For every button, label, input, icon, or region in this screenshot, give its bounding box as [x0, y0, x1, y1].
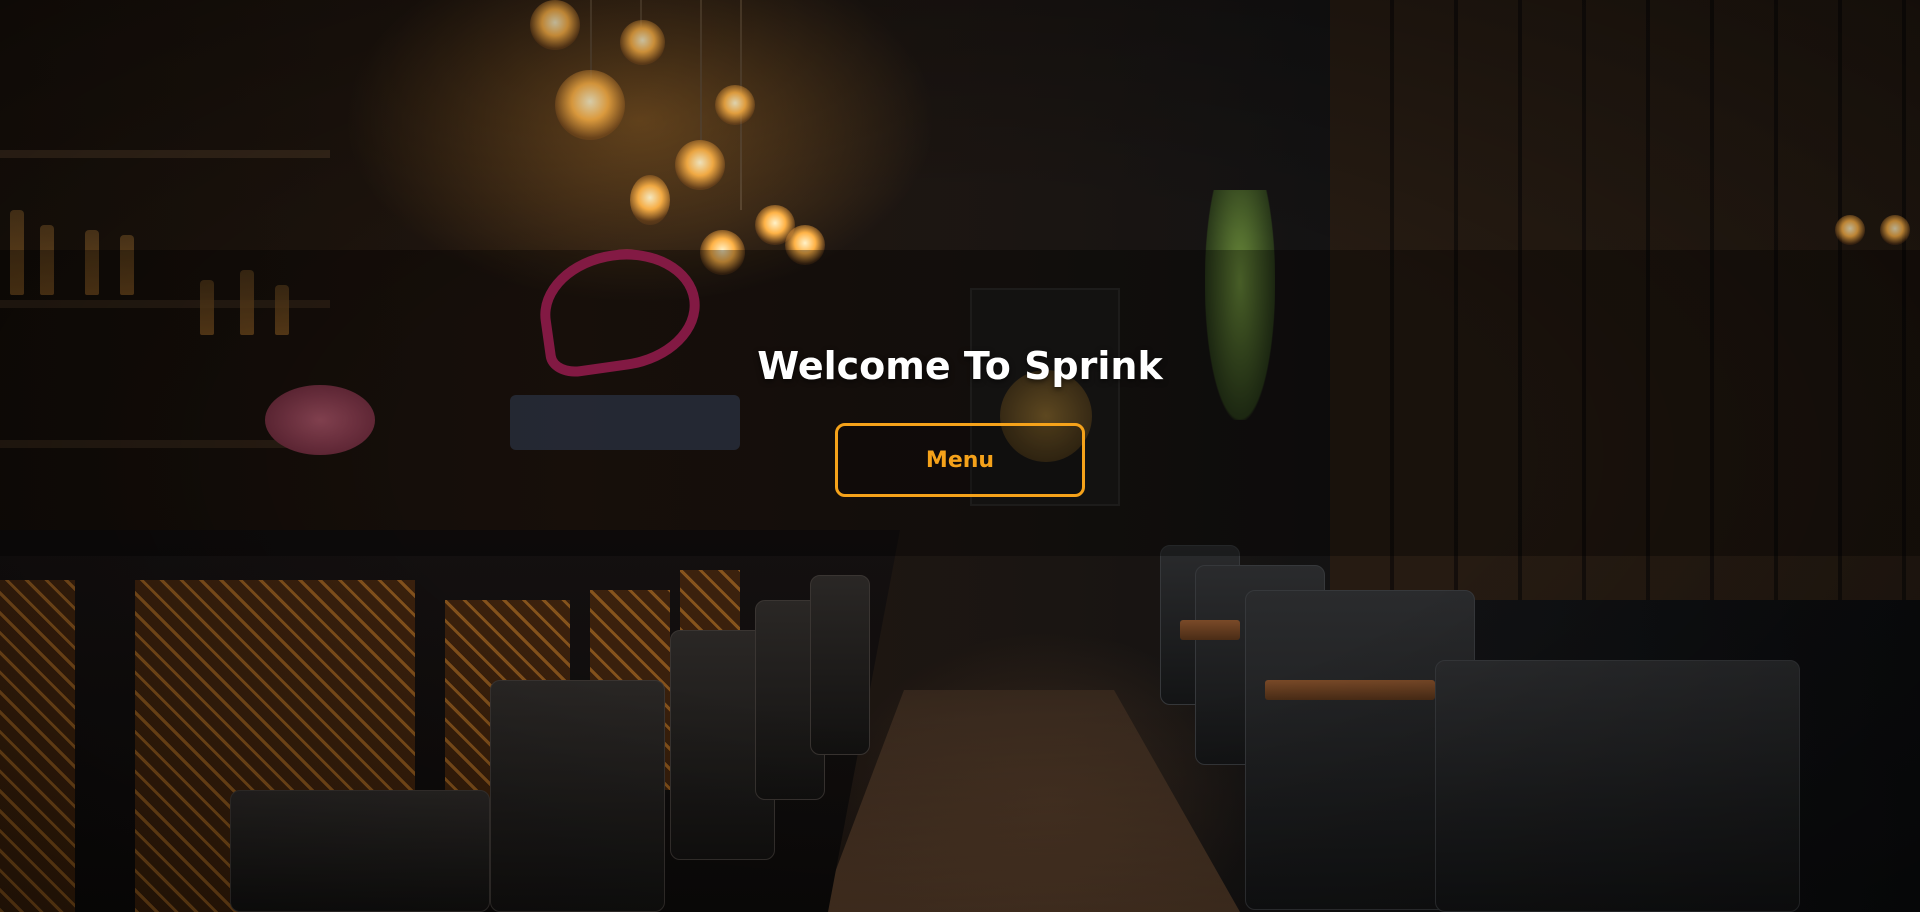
hero-title: Welcome To Sprink [757, 344, 1163, 388]
menu-button[interactable]: Menu [835, 423, 1085, 497]
hero-content: Welcome To Sprink Menu [0, 340, 1920, 497]
hero-section: Welcome To Sprink Menu [0, 0, 1920, 912]
